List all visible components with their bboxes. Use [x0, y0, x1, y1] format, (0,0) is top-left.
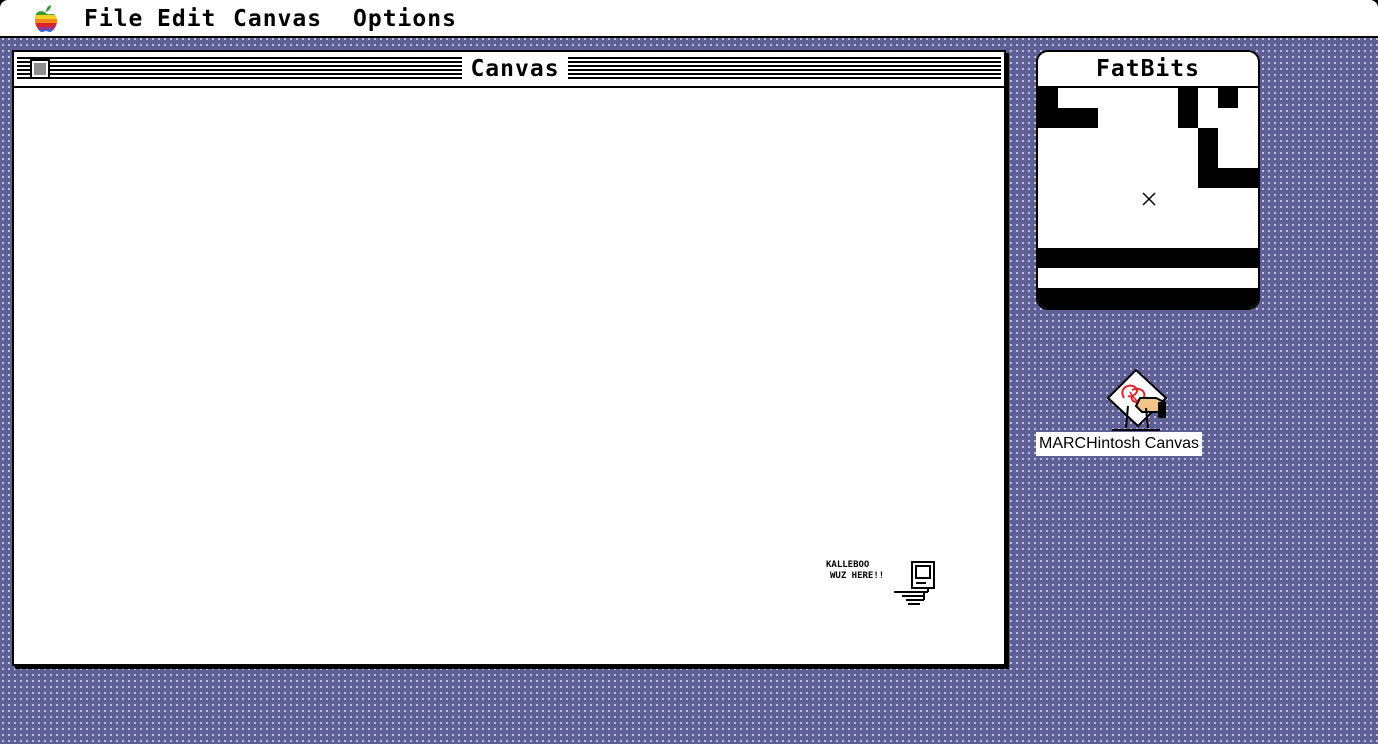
- window-title-bar[interactable]: Canvas: [14, 52, 1004, 88]
- close-box-icon[interactable]: [30, 59, 50, 79]
- menu-bar: File Edit Canvas Options: [0, 0, 1378, 38]
- canvas-window[interactable]: Canvas KALLEBOO WUZ HERE!!: [12, 50, 1006, 666]
- canvas-app-icon: [1106, 368, 1168, 431]
- screen-corner-right: [1370, 0, 1378, 8]
- menu-options[interactable]: Options: [353, 4, 457, 34]
- screen-corner-left: [0, 0, 8, 8]
- fatbits-title: FatBits: [1038, 52, 1258, 88]
- mac-computer-doodle-icon: [894, 561, 935, 605]
- desktop-icon-marchintosh-canvas[interactable]: MARCHintosh Canvas: [1036, 368, 1236, 458]
- desktop-icon-label[interactable]: MARCHintosh Canvas: [1036, 432, 1203, 456]
- fatbits-zoom-grid[interactable]: [1038, 88, 1258, 310]
- apple-menu-icon[interactable]: [34, 5, 58, 33]
- fatbits-window[interactable]: FatBits: [1036, 50, 1260, 310]
- window-title: Canvas: [462, 55, 568, 83]
- signature-line-2: WUZ HERE!!: [830, 571, 885, 581]
- crosshair-icon: [1142, 192, 1156, 206]
- signature-line-1: KALLEBOO: [826, 560, 870, 570]
- menu-edit[interactable]: Edit: [157, 4, 216, 34]
- menu-canvas[interactable]: Canvas: [233, 4, 322, 34]
- kalleboo-signature-drawing: KALLEBOO WUZ HERE!!: [826, 558, 938, 606]
- menu-file[interactable]: File: [84, 4, 143, 34]
